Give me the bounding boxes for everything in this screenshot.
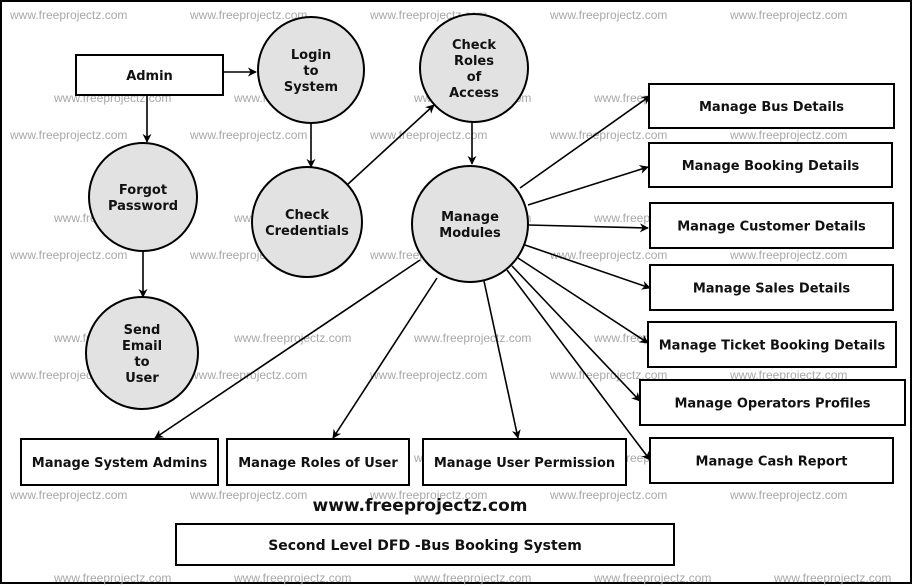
process-label-line: of xyxy=(467,70,482,85)
watermark-text: www.freeprojectz.com xyxy=(189,488,307,502)
watermark-text: www.freeprojectz.com xyxy=(593,571,711,585)
process-label-line: Password xyxy=(108,199,178,214)
process-label-line: Login xyxy=(291,48,331,63)
entity-label: Manage Cash Report xyxy=(696,455,848,470)
watermark-text: www.freeprojectz.com xyxy=(53,571,171,585)
process-label-line: to xyxy=(303,64,318,79)
process-label-line: Check xyxy=(285,208,329,223)
entity-label: Manage Sales Details xyxy=(693,282,851,297)
process-label-line: to xyxy=(134,355,149,370)
watermark-text: www.freeprojectz.com xyxy=(549,8,667,22)
entity-cash[interactable]: Manage Cash Report xyxy=(649,437,894,484)
watermark-text: www.freeprojectz.com xyxy=(189,128,307,142)
entity-label: Manage Bus Details xyxy=(699,100,844,115)
process-label-line: System xyxy=(284,80,338,95)
entity-label: Manage Customer Details xyxy=(677,220,866,235)
process-label-line: Access xyxy=(449,86,499,101)
watermark-text: www.freeprojectz.com xyxy=(9,128,127,142)
entity-bus[interactable]: Manage Bus Details xyxy=(648,83,895,129)
watermark-text: www.freeprojectz.com xyxy=(413,331,531,345)
entity-ticket[interactable]: Manage Ticket Booking Details xyxy=(647,321,897,368)
watermark-text: www.freeprojectz.com xyxy=(413,571,531,585)
entity-label: Manage Operators Profiles xyxy=(674,397,870,412)
process-label-line: Email xyxy=(122,339,162,354)
entity-label: Manage Roles of User xyxy=(238,456,398,471)
watermark-text: www.freeprojectz.com xyxy=(189,8,307,22)
entity-roles[interactable]: Manage Roles of User xyxy=(226,438,410,486)
entity-admin[interactable]: Admin xyxy=(75,54,224,96)
entity-label: Manage Booking Details xyxy=(682,159,860,174)
process-label-line: Manage xyxy=(441,210,499,225)
dfd-canvas: www.freeprojectz.com www.freeprojectz.com… xyxy=(0,0,912,585)
watermark-text: www.freeprojectz.com xyxy=(773,571,891,585)
watermark-text: www.freeprojectz.com xyxy=(729,488,847,502)
process-forgot[interactable]: ForgotPassword xyxy=(88,142,198,252)
process-label-line: Credentials xyxy=(265,224,349,239)
watermark-text: www.freeprojectz.com xyxy=(729,128,847,142)
watermark-text: www.freeprojectz.com xyxy=(9,8,127,22)
website-label: www.freeprojectz.com xyxy=(313,496,528,516)
process-label-line: Roles xyxy=(454,54,494,69)
watermark-text: www.freeprojectz.com xyxy=(369,368,487,382)
process-modules[interactable]: ManageModules xyxy=(411,165,529,283)
entity-label: Manage User Permission xyxy=(434,456,615,471)
diagram-title: Second Level DFD -Bus Booking System xyxy=(268,538,582,554)
watermark-text: www.freeprojectz.com xyxy=(549,488,667,502)
process-label-line: User xyxy=(125,371,159,386)
entity-customer[interactable]: Manage Customer Details xyxy=(649,202,894,249)
entity-label: Admin xyxy=(126,69,173,84)
process-sendemail[interactable]: SendEmailtoUser xyxy=(85,296,199,410)
entity-permission[interactable]: Manage User Permission xyxy=(422,438,627,486)
watermark-text: www.freeprojectz.com xyxy=(233,331,351,345)
watermark-text: www.freeprojectz.com xyxy=(549,128,667,142)
process-checkroles[interactable]: CheckRolesofAccess xyxy=(419,13,529,123)
entity-sales[interactable]: Manage Sales Details xyxy=(649,264,894,311)
entity-booking[interactable]: Manage Booking Details xyxy=(648,142,893,188)
entity-operators[interactable]: Manage Operators Profiles xyxy=(639,379,906,426)
watermark-text: www.freeprojectz.com xyxy=(729,8,847,22)
process-label-line: Send xyxy=(124,323,161,338)
watermark-text: www.freeprojectz.com xyxy=(9,248,127,262)
process-checkcred[interactable]: CheckCredentials xyxy=(251,166,363,278)
entity-sysadmins[interactable]: Manage System Admins xyxy=(20,438,219,486)
entity-label: Manage Ticket Booking Details xyxy=(659,339,886,354)
entity-label: Manage System Admins xyxy=(32,456,208,471)
watermark-text: www.freeprojectz.com xyxy=(9,488,127,502)
process-label-line: Forgot xyxy=(119,183,167,198)
watermark-text: www.freeprojectz.com xyxy=(729,248,847,262)
watermark-text: www.freeprojectz.com xyxy=(233,571,351,585)
watermark-text: www.freeprojectz.com xyxy=(369,128,487,142)
process-label-line: Modules xyxy=(439,226,501,241)
process-login[interactable]: LogintoSystem xyxy=(257,16,365,124)
process-label-line: Check xyxy=(452,38,496,53)
